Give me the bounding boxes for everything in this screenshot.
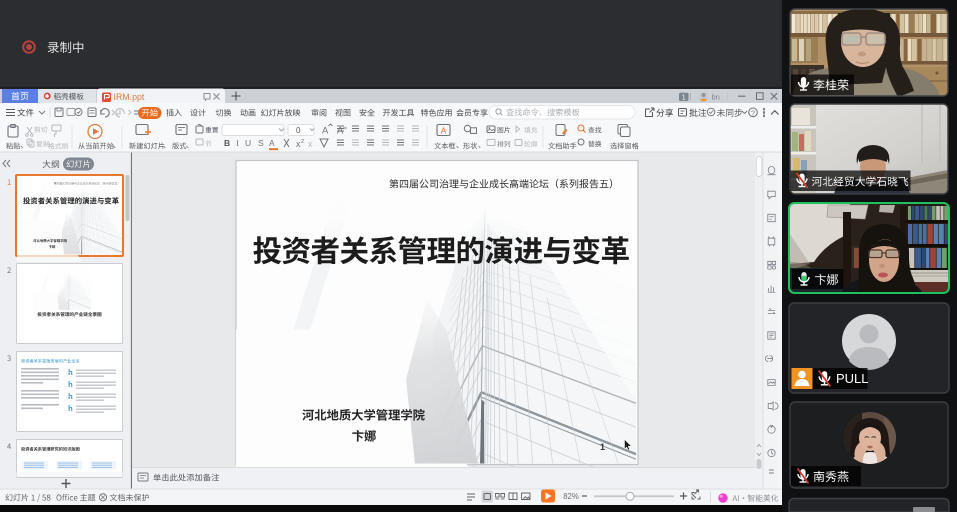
svg-text:?: ? bbox=[751, 108, 755, 117]
svg-text:bn: bn bbox=[712, 92, 720, 101]
svg-text:0: 0 bbox=[296, 126, 301, 135]
svg-text:PULL: PULL bbox=[836, 371, 869, 386]
svg-text:A: A bbox=[441, 126, 447, 136]
svg-text:U: U bbox=[245, 138, 251, 148]
svg-text:2: 2 bbox=[301, 139, 304, 145]
svg-text:S: S bbox=[258, 138, 264, 148]
svg-text:1: 1 bbox=[600, 442, 605, 452]
svg-text:82%: 82% bbox=[563, 492, 579, 501]
svg-text:1: 1 bbox=[682, 94, 686, 101]
svg-text:A: A bbox=[322, 126, 329, 137]
svg-text:A: A bbox=[269, 138, 275, 148]
svg-text:IRM.ppt: IRM.ppt bbox=[114, 92, 145, 102]
svg-text:x: x bbox=[308, 139, 313, 149]
svg-text:I: I bbox=[236, 138, 239, 148]
svg-text:B: B bbox=[224, 138, 230, 148]
